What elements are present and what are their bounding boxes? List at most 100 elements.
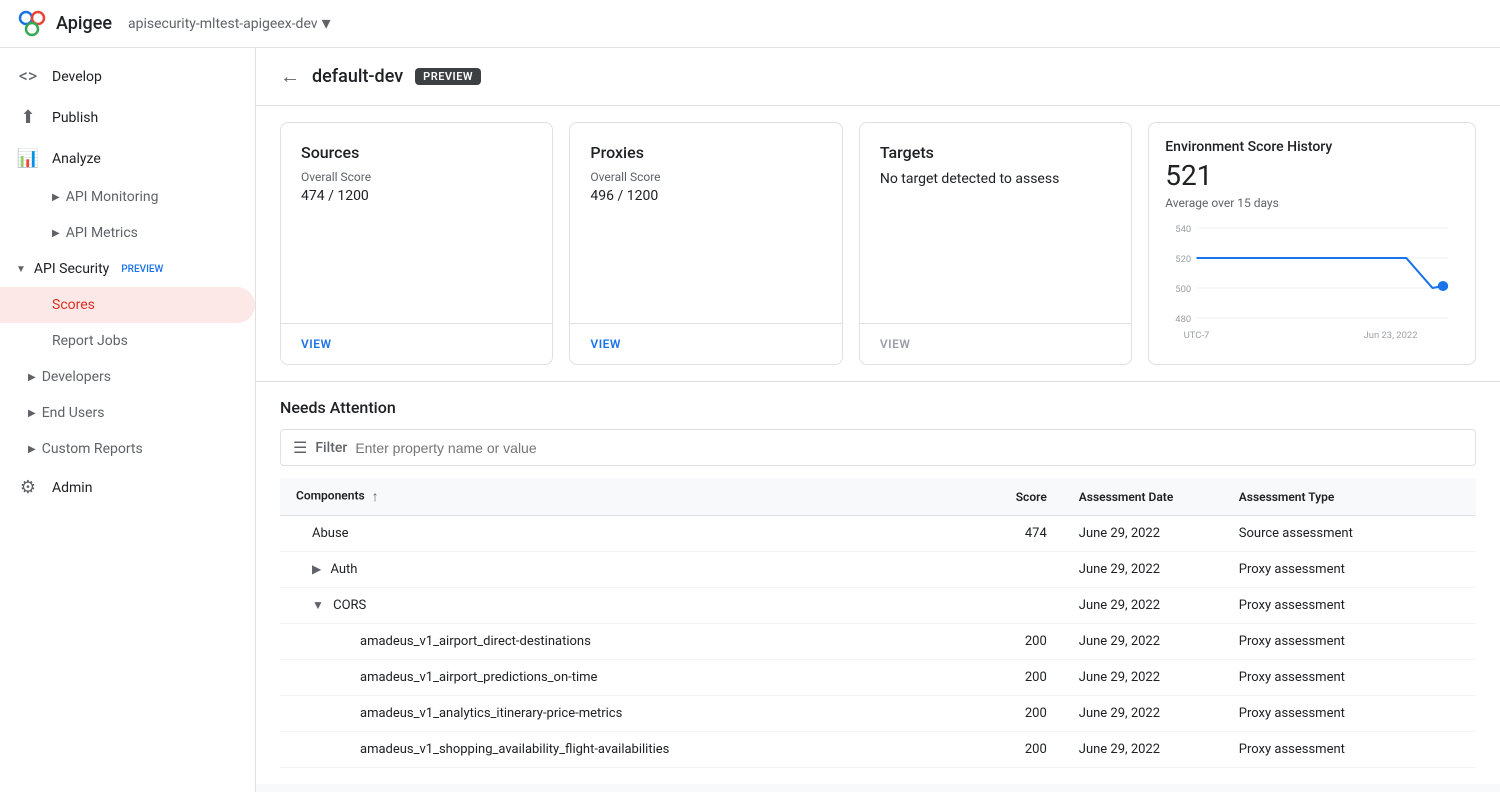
score-cell: 200 xyxy=(983,696,1063,732)
sidebar-develop-label: Develop xyxy=(52,69,102,85)
developers-label: Developers xyxy=(42,369,111,385)
component-name: amadeus_v1_analytics_itinerary-price-met… xyxy=(360,706,622,721)
score-cell xyxy=(983,552,1063,588)
type-cell: Proxy assessment xyxy=(1223,696,1476,732)
component-name: amadeus_v1_airport_predictions_on-time xyxy=(360,670,597,685)
table-body: Abuse 474 June 29, 2022 Source assessmen… xyxy=(280,516,1476,768)
api-security-expand-icon: ▼ xyxy=(16,264,26,275)
targets-card-footer: VIEW xyxy=(860,323,1131,364)
content-header: ← default-dev PREVIEW xyxy=(256,48,1500,106)
svg-text:520: 520 xyxy=(1176,254,1192,265)
sidebar-item-developers[interactable]: ▶ Developers xyxy=(0,359,255,395)
back-button[interactable]: ← xyxy=(280,64,300,89)
sidebar-item-admin[interactable]: ⚙ Admin xyxy=(0,467,255,508)
type-cell: Proxy assessment xyxy=(1223,732,1476,768)
filter-icon: ☰ xyxy=(293,438,307,457)
page-title: default-dev xyxy=(312,66,403,87)
env-selector[interactable]: apisecurity-mltest-apigeex-dev ▾ xyxy=(128,13,331,34)
table-row: Abuse 474 June 29, 2022 Source assessmen… xyxy=(280,516,1476,552)
sources-card-body: Sources Overall Score 474 / 1200 xyxy=(281,123,552,323)
component-name: amadeus_v1_airport_direct-destinations xyxy=(360,634,591,649)
date-cell: June 29, 2022 xyxy=(1063,516,1223,552)
type-cell: Proxy assessment xyxy=(1223,552,1476,588)
date-cell: June 29, 2022 xyxy=(1063,660,1223,696)
proxies-card: Proxies Overall Score 496 / 1200 VIEW xyxy=(569,122,842,365)
targets-card-body: Targets No target detected to assess xyxy=(860,123,1131,323)
api-security-label: API Security xyxy=(34,261,109,277)
score-cell xyxy=(983,588,1063,624)
sidebar-item-api-monitoring[interactable]: ▶ API Monitoring xyxy=(0,179,255,215)
scores-label: Scores xyxy=(52,297,95,313)
needs-attention-table: Components ↑ Score Assessment Date Asses… xyxy=(280,478,1476,768)
score-cell: 474 xyxy=(983,516,1063,552)
sources-card: Sources Overall Score 474 / 1200 VIEW xyxy=(280,122,553,365)
component-name: CORS xyxy=(333,598,366,613)
col-assessment-date: Assessment Date xyxy=(1063,478,1223,516)
proxies-card-title: Proxies xyxy=(590,143,821,162)
table-row: ▶ Auth June 29, 2022 Proxy assessment xyxy=(280,552,1476,588)
expand-arrow-icon[interactable]: ▼ xyxy=(312,598,324,612)
svg-text:540: 540 xyxy=(1176,224,1192,235)
sort-icon[interactable]: ↑ xyxy=(372,489,379,505)
proxies-view-link[interactable]: VIEW xyxy=(590,337,621,351)
proxies-card-footer: VIEW xyxy=(570,323,841,364)
api-security-preview-badge: PREVIEW xyxy=(121,264,163,275)
sidebar-publish-label: Publish xyxy=(52,110,98,126)
score-cell: 200 xyxy=(983,732,1063,768)
env-score-avg-label: Average over 15 days xyxy=(1165,196,1459,210)
proxies-card-body: Proxies Overall Score 496 / 1200 xyxy=(570,123,841,323)
sidebar-item-scores[interactable]: Scores xyxy=(0,287,255,323)
sidebar: <> Develop ⬆ Publish 📊 Analyze ▶ API Mon… xyxy=(0,48,256,792)
content-area: ← default-dev PREVIEW Sources Overall Sc… xyxy=(256,48,1500,792)
targets-view-link: VIEW xyxy=(880,337,911,351)
logo-text: Apigee xyxy=(56,13,112,34)
component-cell: amadeus_v1_airport_predictions_on-time xyxy=(280,660,983,696)
sidebar-item-develop[interactable]: <> Develop xyxy=(0,56,255,97)
sidebar-item-api-security[interactable]: ▼ API Security PREVIEW xyxy=(0,251,255,287)
sidebar-analyze-label: Analyze xyxy=(52,151,101,167)
sidebar-item-publish[interactable]: ⬆ Publish xyxy=(0,97,255,138)
svg-text:480: 480 xyxy=(1176,314,1192,325)
admin-icon: ⚙ xyxy=(16,477,40,498)
chart-svg: 540 520 500 480 UTC-7 Jun 23, 2022 xyxy=(1165,218,1459,348)
develop-icon: <> xyxy=(16,66,40,87)
type-cell: Proxy assessment xyxy=(1223,660,1476,696)
topbar: Apigee apisecurity-mltest-apigeex-dev ▾ xyxy=(0,0,1500,48)
sidebar-item-analyze[interactable]: 📊 Analyze xyxy=(0,138,255,179)
date-cell: June 29, 2022 xyxy=(1063,552,1223,588)
main-layout: <> Develop ⬆ Publish 📊 Analyze ▶ API Mon… xyxy=(0,48,1500,792)
sidebar-item-custom-reports[interactable]: ▶ Custom Reports xyxy=(0,431,255,467)
filter-input[interactable] xyxy=(355,440,1463,456)
api-metrics-expand-icon: ▶ xyxy=(52,228,60,239)
sidebar-item-end-users[interactable]: ▶ End Users xyxy=(0,395,255,431)
sidebar-api-metrics-label: API Metrics xyxy=(66,225,138,241)
table-row: amadeus_v1_shopping_availability_flight-… xyxy=(280,732,1476,768)
env-score-history-title: Environment Score History xyxy=(1165,139,1459,155)
env-dropdown-arrow: ▾ xyxy=(322,13,331,34)
sidebar-item-api-metrics[interactable]: ▶ API Metrics xyxy=(0,215,255,251)
admin-label: Admin xyxy=(52,480,92,496)
expand-arrow-icon[interactable]: ▶ xyxy=(312,562,321,576)
sidebar-item-report-jobs[interactable]: Report Jobs xyxy=(0,323,255,359)
svg-text:Jun 23, 2022: Jun 23, 2022 xyxy=(1364,330,1418,341)
component-cell: amadeus_v1_analytics_itinerary-price-met… xyxy=(280,696,983,732)
publish-icon: ⬆ xyxy=(16,107,40,128)
component-name: Auth xyxy=(330,562,357,577)
proxies-score: 496 / 1200 xyxy=(590,188,821,204)
sources-view-link[interactable]: VIEW xyxy=(301,337,332,351)
api-monitoring-expand-icon: ▶ xyxy=(52,192,60,203)
score-cell: 200 xyxy=(983,624,1063,660)
component-cell: amadeus_v1_shopping_availability_flight-… xyxy=(280,732,983,768)
developers-expand-icon: ▶ xyxy=(28,372,36,383)
apigee-logo-icon xyxy=(16,8,48,40)
score-cards-row: Sources Overall Score 474 / 1200 VIEW Pr… xyxy=(256,106,1500,382)
analyze-icon: 📊 xyxy=(16,148,40,169)
col-components: Components ↑ xyxy=(280,478,983,516)
filter-bar: ☰ Filter xyxy=(280,429,1476,466)
sources-card-title: Sources xyxy=(301,143,532,162)
needs-attention-section: Needs Attention ☰ Filter Components ↑ Sc… xyxy=(256,382,1500,784)
score-cell: 200 xyxy=(983,660,1063,696)
env-score-history-card: Environment Score History 521 Average ov… xyxy=(1148,122,1476,365)
logo: Apigee xyxy=(16,8,112,40)
component-cell: ▼ CORS xyxy=(280,588,983,624)
